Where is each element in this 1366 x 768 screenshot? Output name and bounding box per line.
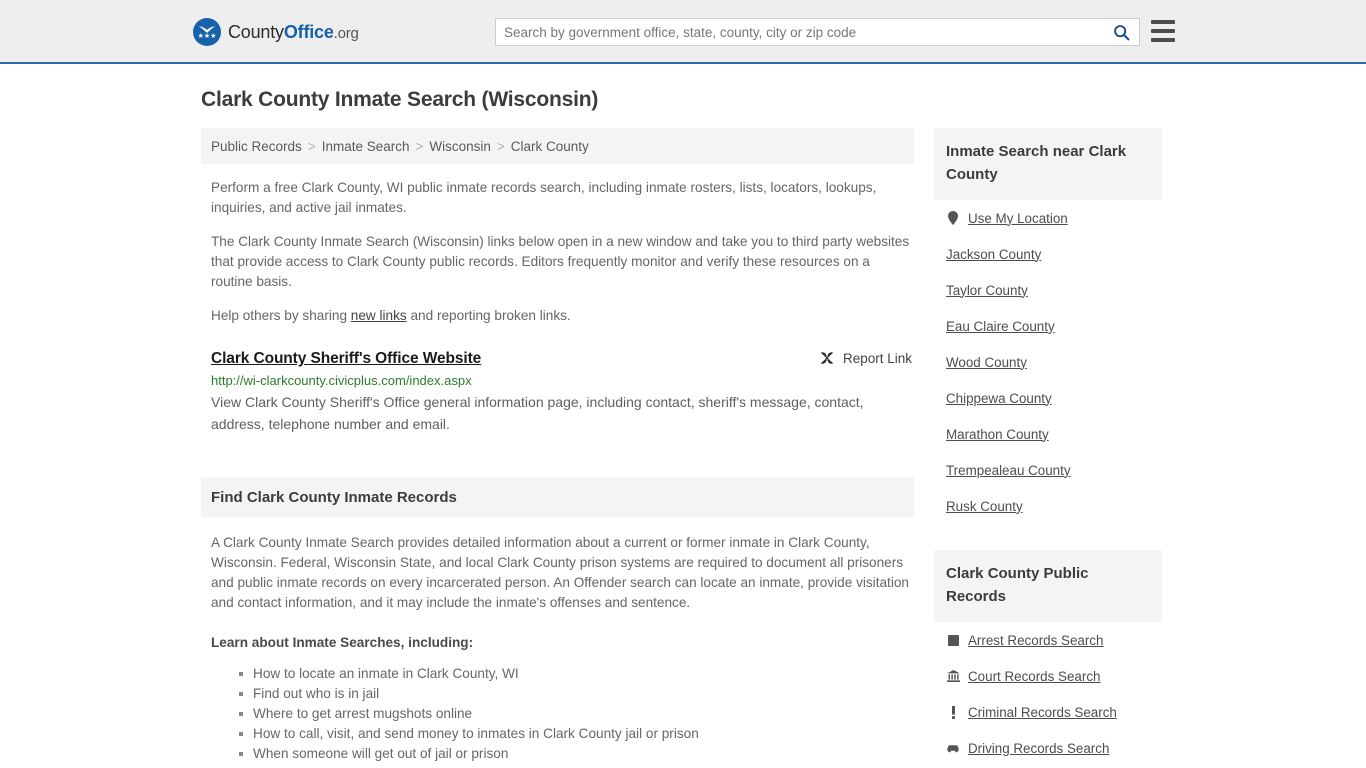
share-text-after: and reporting broken links. [406,308,571,323]
site-header: ★★★ CountyOffice.org [0,0,1366,64]
result-item: Clark County Sheriff's Office Website Re… [211,350,914,435]
find-records-section: Find Clark County Inmate Records A Clark… [201,477,914,764]
use-my-location-link[interactable]: Use My Location [968,211,1068,226]
breadcrumb-item-wisconsin[interactable]: Wisconsin [429,139,491,154]
public-record-link[interactable]: Driving Records Search [968,741,1109,756]
sidebar-item-use-my-location[interactable]: Use My Location [934,200,1162,236]
county-link[interactable]: Trempealeau County [946,463,1071,478]
sidebar-item-arrest-records-search[interactable]: Arrest Records Search [934,622,1162,658]
courthouse-icon [946,670,960,682]
new-links-link[interactable]: new links [351,308,407,323]
sidebar-item-wood-county[interactable]: Wood County [934,344,1162,380]
hamburger-menu-button[interactable] [1151,20,1175,42]
sidebar: Inmate Search near Clark County Use My L… [934,128,1162,768]
brand-part-office: Office [283,21,334,42]
breadcrumb-item-inmate-search[interactable]: Inmate Search [322,139,410,154]
find-records-paragraph: A Clark County Inmate Search provides de… [211,535,909,610]
search-bar[interactable] [495,18,1140,46]
breadcrumb-item-clark-county[interactable]: Clark County [511,139,589,154]
result-url[interactable]: http://wi-clarkcounty.civicplus.com/inde… [211,373,914,388]
breadcrumb: Public Records > Inmate Search > Wiscons… [201,128,914,164]
county-link[interactable]: Eau Claire County [946,319,1055,334]
county-link[interactable]: Taylor County [946,283,1028,298]
result-description: View Clark County Sheriff's Office gener… [211,394,864,432]
public-record-link[interactable]: Arrest Records Search [968,633,1103,648]
learn-about-list: How to locate an inmate in Clark County,… [239,664,914,764]
result-header-row: Clark County Sheriff's Office Website Re… [211,350,914,368]
nearby-county-list: Use My Location Jackson County Taylor Co… [934,200,1162,524]
find-records-body: A Clark County Inmate Search provides de… [201,533,914,764]
map-pin-icon [946,211,960,225]
list-item: When someone will get out of jail or pri… [239,744,914,764]
search-input[interactable] [496,19,1103,45]
page-title: Clark County Inmate Search (Wisconsin) [201,88,599,111]
brand-part-tld: .org [333,24,359,42]
car-icon [946,743,960,753]
breadcrumb-separator: > [496,138,505,154]
exclamation-icon [946,705,960,719]
county-office-seal-icon: ★★★ [193,18,221,46]
find-records-heading: Find Clark County Inmate Records [201,477,914,517]
breadcrumb-separator: > [307,138,316,154]
hamburger-bar-3 [1151,38,1175,42]
share-text-before: Help others by sharing [211,308,351,323]
list-item: How to call, visit, and send money to in… [239,724,914,744]
search-submit-button[interactable] [1103,19,1139,45]
list-item: Where to get arrest mugshots online [239,704,914,724]
sidebar-item-rusk-county[interactable]: Rusk County [934,488,1162,524]
sidebar-item-eau-claire-county[interactable]: Eau Claire County [934,308,1162,344]
list-item: How to locate an inmate in Clark County,… [239,664,914,684]
public-records-list: Arrest Records Search Court Records Sear… [934,622,1162,768]
learn-about-subheading: Learn about Inmate Searches, including: [211,635,474,650]
nearby-search-heading: Inmate Search near Clark County [934,128,1162,200]
brand-wordmark: CountyOffice.org [228,22,359,43]
county-link[interactable]: Wood County [946,355,1027,370]
intro-paragraph-1: Perform a free Clark County, WI public i… [211,180,877,215]
sidebar-item-criminal-records-search[interactable]: Criminal Records Search [934,694,1162,730]
public-records-heading: Clark County Public Records [934,550,1162,622]
county-link[interactable]: Chippewa County [946,391,1052,406]
public-record-link[interactable]: Court Records Search [968,669,1100,684]
breadcrumb-separator: > [415,138,424,154]
county-link[interactable]: Marathon County [946,427,1049,442]
site-logo[interactable]: ★★★ CountyOffice.org [193,18,359,46]
broken-link-icon [821,352,833,364]
result-title-link[interactable]: Clark County Sheriff's Office Website [211,350,481,368]
hamburger-bar-2 [1151,29,1175,33]
fingerprint-icon [946,634,960,646]
county-link[interactable]: Jackson County [946,247,1041,262]
sidebar-item-jackson-county[interactable]: Jackson County [934,236,1162,272]
intro-paragraph-2: The Clark County Inmate Search (Wisconsi… [211,234,910,289]
sidebar-item-driving-records-search[interactable]: Driving Records Search [934,730,1162,766]
public-record-link[interactable]: Criminal Records Search [968,705,1117,720]
search-icon [1113,24,1129,40]
breadcrumb-item-public-records[interactable]: Public Records [211,139,302,154]
page-body: Clark County Inmate Search (Wisconsin) P… [0,88,1366,768]
stars-icon: ★★★ [197,33,217,40]
report-link-button[interactable]: Report Link [819,350,912,366]
hamburger-bar-1 [1151,20,1175,24]
list-item: Find out who is in jail [239,684,914,704]
sidebar-item-court-records-search[interactable]: Court Records Search [934,658,1162,694]
sidebar-item-trempealeau-county[interactable]: Trempealeau County [934,452,1162,488]
intro-paragraph-3: Help others by sharing new links and rep… [211,306,911,326]
sidebar-item-marathon-county[interactable]: Marathon County [934,416,1162,452]
brand-part-county: County [228,21,284,42]
report-link-label: Report Link [842,350,912,366]
main-content: Public Records > Inmate Search > Wiscons… [201,128,914,768]
sidebar-item-taylor-county[interactable]: Taylor County [934,272,1162,308]
sidebar-item-chippewa-county[interactable]: Chippewa County [934,380,1162,416]
county-link[interactable]: Rusk County [946,499,1023,514]
